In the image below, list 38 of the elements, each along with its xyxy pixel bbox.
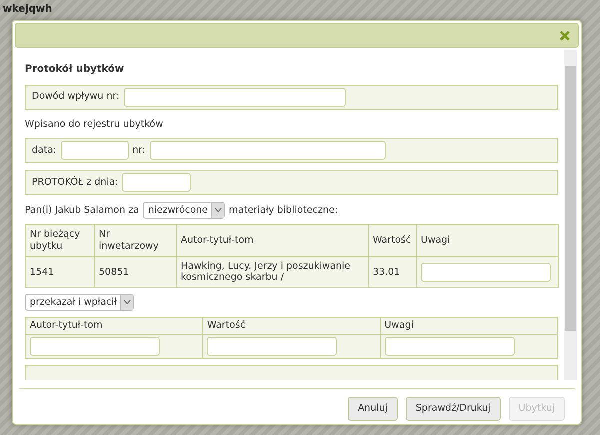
input-field[interactable]: [60, 141, 129, 160]
section-caption: Wpisano do rejestru ubytków: [25, 118, 164, 132]
field-label: nr:: [132, 144, 146, 158]
field-label: Dowód wpływu nr:: [32, 90, 120, 104]
caret-icon: [214, 208, 222, 214]
table-cell: 33.01: [368, 256, 416, 288]
table-cell: 50851: [94, 256, 176, 288]
table-cell: Hawking, Lucy. Jerzy i poszukiwanie kosmicznego skarbu /: [176, 256, 368, 288]
background-label: wkejqwh: [3, 3, 52, 17]
dialog-button[interactable]: Sprawdź/Drukuj: [406, 397, 501, 421]
column-header: Nr bieżący ubytku: [26, 224, 94, 257]
dialog-title: Protokół ubytków: [25, 63, 126, 77]
column-header: Uwagi: [416, 224, 558, 257]
scrollbar[interactable]: [564, 50, 577, 380]
field-label: data:: [32, 144, 57, 158]
dialog-button[interactable]: Anuluj: [348, 397, 398, 421]
dropdown[interactable]: przekazał i wpłacił: [25, 294, 134, 312]
input-field[interactable]: [122, 173, 192, 192]
input-field[interactable]: [384, 336, 515, 356]
input-field[interactable]: [124, 88, 346, 107]
column-header: Nr inwetarzowy: [94, 224, 176, 257]
column-header: Autor-tytuł-tom: [176, 224, 368, 257]
column-header: Uwagi: [380, 318, 558, 334]
field-label: PROTOKÓŁ z dnia:: [32, 176, 118, 190]
table-cell: 1541: [26, 256, 94, 288]
column-header: Wartość: [368, 224, 416, 257]
column-header: Autor-tytuł-tom: [26, 318, 203, 334]
statement-text: Pan(i) Jakub Salamon za: [25, 204, 140, 218]
statement-text: materiały biblioteczne:: [229, 204, 338, 218]
scrollbar-thumb[interactable]: [565, 66, 576, 331]
input-field[interactable]: [30, 336, 160, 356]
input-field[interactable]: [150, 141, 386, 160]
input-field[interactable]: [207, 336, 338, 356]
input-field[interactable]: [421, 262, 551, 282]
close-icon[interactable]: [560, 30, 570, 40]
caret-icon: [124, 300, 130, 306]
dropdown[interactable]: niezwrócone: [143, 202, 226, 220]
column-header: Wartość: [202, 318, 380, 334]
